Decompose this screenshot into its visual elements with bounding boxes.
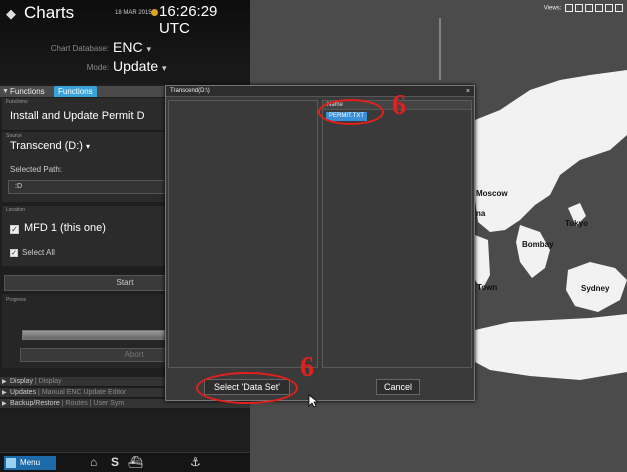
city-label: Moscow [476, 189, 508, 198]
taskbar: Menu ⌂ S ⛴ ⚓ [0, 452, 250, 472]
view-icon[interactable] [585, 4, 593, 12]
accordion-separator: | [34, 378, 37, 385]
accordion-sub: Routes | User Sym [65, 400, 125, 407]
chart-database-value: ENC [113, 39, 143, 55]
annotation-circle [318, 99, 384, 125]
annotation-circle [196, 372, 298, 404]
accordion-separator: | [38, 389, 40, 396]
select-all-checkbox[interactable]: ✓ [10, 249, 18, 257]
expand-triangle-icon: ▶ [2, 401, 7, 407]
progress-caption: Progress [6, 297, 27, 303]
source-select[interactable]: Transcend (D:) ▾ [10, 140, 90, 152]
chevron-down-icon: ▾ [146, 44, 151, 54]
city-label: Town [477, 283, 498, 292]
accordion-label: Updates [10, 389, 37, 396]
location-label: MFD 1 (this one) [24, 222, 106, 234]
dialog-title: Transcend(D:\) [166, 86, 474, 97]
view-icon[interactable] [595, 4, 603, 12]
city-label: Tokyo [565, 219, 588, 228]
tab-functions[interactable]: Functions [54, 86, 97, 97]
folder-pane[interactable] [168, 100, 318, 368]
close-icon[interactable]: × [466, 86, 470, 97]
menu-button[interactable]: Menu [4, 456, 56, 470]
mode-label: Mode: [86, 63, 109, 72]
city-label: Bombay [522, 240, 554, 249]
location-checkbox[interactable]: ✓ [10, 225, 19, 234]
annotation-number: 6 [392, 90, 406, 121]
back-arrow-icon[interactable]: ◆ [6, 6, 16, 22]
expand-triangle-icon: ▶ [2, 390, 7, 396]
expand-triangle-icon: ▶ [2, 379, 7, 385]
city-label: na [476, 209, 486, 218]
views-selector[interactable]: Views: [544, 4, 623, 12]
source-caption: Source [6, 133, 22, 139]
chart-database-label: Chart Database: [50, 44, 109, 53]
selected-path-label: Selected Path: [10, 165, 63, 174]
accordion-sub: Display [38, 378, 62, 385]
boat-icon[interactable]: ⛴ [128, 455, 143, 469]
function-select[interactable]: Install and Update Permit D [10, 110, 145, 122]
source-value: Transcend (D:) [10, 140, 83, 152]
home-icon[interactable]: ⌂ [90, 455, 97, 469]
view-icon[interactable] [615, 4, 623, 12]
app-title: Charts [24, 3, 75, 22]
clock: 16:26:29 UTC [159, 3, 218, 37]
accordion-sub: Manual ENC Update Editor [41, 389, 127, 396]
chevron-down-icon: ▾ [86, 142, 91, 151]
select-all-label: Select All [22, 248, 55, 257]
date-label: 18 MAR 2015 [115, 10, 152, 16]
cursor-icon [308, 394, 318, 408]
views-label: Views: [543, 5, 562, 12]
accordion-label: Display [10, 378, 33, 385]
file-browser-dialog: Transcend(D:\) × Name PERMIT.TXT Select … [165, 85, 475, 401]
status-dot-icon [151, 9, 158, 16]
collapse-triangle-icon: ▼ [2, 88, 9, 95]
radar-icon[interactable]: ⚓ [190, 455, 201, 469]
menu-label: Menu [20, 458, 41, 467]
menu-icon [6, 458, 16, 468]
mode-value: Update [113, 58, 159, 74]
accordion-separator: | [61, 400, 64, 407]
cancel-button[interactable]: Cancel [376, 379, 420, 395]
panel-header: ◆ Charts 18 MAR 2015 16:26:29 UTC Chart … [0, 0, 250, 84]
chart-database-select[interactable]: ENC ▾ [113, 39, 151, 55]
view-icon[interactable] [565, 4, 573, 12]
annotation-number: 6 [300, 352, 314, 383]
city-label: Sydney [581, 284, 610, 293]
view-icon[interactable] [575, 4, 583, 12]
chevron-down-icon: ▾ [162, 63, 167, 73]
s-icon[interactable]: S [111, 455, 119, 469]
file-pane[interactable]: Name PERMIT.TXT [322, 100, 472, 368]
accordion-label: Backup/Restore [10, 400, 60, 407]
mode-select[interactable]: Update ▾ [113, 58, 167, 74]
functions-caption: Functions [6, 99, 28, 105]
view-icon[interactable] [605, 4, 613, 12]
location-caption: Location [6, 207, 25, 213]
functions-bar-label: Functions [10, 87, 45, 96]
